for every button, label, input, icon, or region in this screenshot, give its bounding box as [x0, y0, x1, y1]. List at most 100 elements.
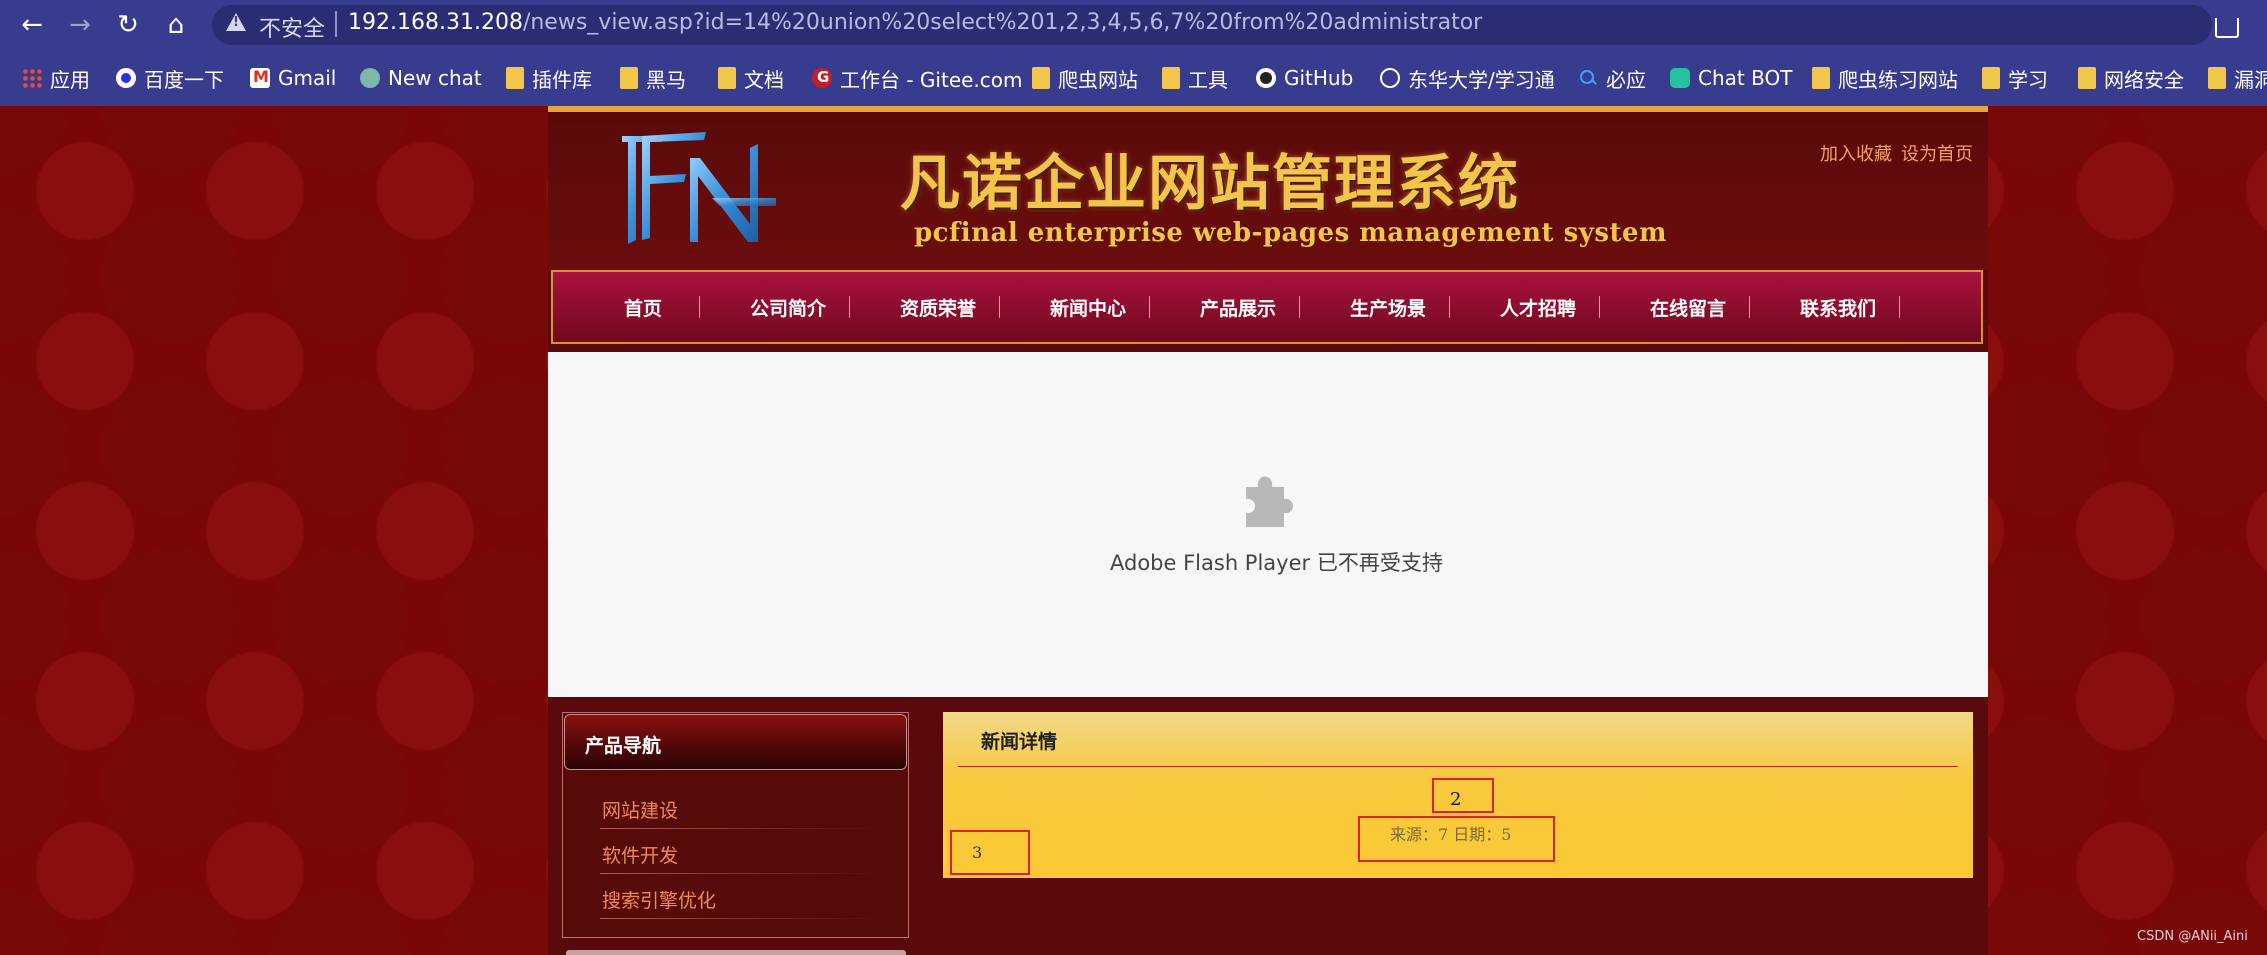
url-host[interactable]: 192.168.31.208	[348, 10, 523, 35]
bookmark-label: 必应	[1606, 67, 1646, 92]
bookmark-new-chat[interactable]: New chat	[360, 64, 482, 92]
insecure-label[interactable]: 不安全	[259, 11, 325, 43]
sidebar-divider	[600, 828, 880, 829]
nav-about[interactable]: 公司简介	[733, 272, 843, 342]
bookmark-vulnerability[interactable]: 漏洞	[2208, 64, 2267, 92]
bookmark-label: 工具	[1188, 67, 1228, 92]
bookmark-label: 插件库	[532, 67, 592, 92]
url-text[interactable]: 192.168.31.208/news_view.asp?id=14%20uni…	[348, 10, 1482, 35]
folder-icon	[1162, 67, 1180, 89]
bookmark-label: Gmail	[278, 66, 337, 90]
add-favorite-link[interactable]: 加入收藏	[1820, 140, 1892, 166]
news-content-value: 3	[972, 843, 983, 862]
nav-jobs[interactable]: 人才招聘	[1483, 272, 1593, 342]
nav-divider	[849, 296, 850, 318]
nav-news[interactable]: 新闻中心	[1033, 272, 1143, 342]
news-heading-rule	[958, 766, 1958, 767]
nav-products[interactable]: 产品展示	[1183, 272, 1293, 342]
forward-icon[interactable]: →	[62, 8, 98, 42]
sidebar-divider	[600, 918, 880, 919]
back-icon[interactable]: ←	[14, 8, 50, 42]
plugin-icon	[1246, 476, 1293, 527]
address-separator	[335, 11, 337, 37]
gmail-icon	[250, 67, 270, 88]
bookmark-github[interactable]: GitHub	[1256, 64, 1353, 92]
bookmark-label: 网络安全	[2104, 67, 2184, 92]
bookmark-label: 百度一下	[144, 67, 224, 92]
warning-icon[interactable]	[226, 13, 246, 31]
bookmark-crawler-practice[interactable]: 爬虫练习网站	[1812, 64, 1958, 92]
bookmark-label: 学习	[2008, 67, 2048, 92]
news-meta: 来源：7 日期：5	[1390, 825, 1512, 844]
sidebar-title: 产品导航	[585, 735, 662, 757]
folder-icon	[620, 67, 638, 89]
folder-icon	[1982, 67, 2000, 89]
bookmark-study[interactable]: 学习	[1982, 64, 2048, 92]
bookmark-label: 黑马	[646, 67, 686, 92]
folder-icon	[1812, 67, 1830, 89]
site-title-cn: 凡诺企业网站管理系统	[900, 149, 1520, 219]
sidebar-item-software[interactable]: 软件开发	[602, 841, 678, 868]
github-icon	[1256, 68, 1276, 88]
nav-divider	[1749, 296, 1750, 318]
sidebar-item-seo[interactable]: 搜索引擎优化	[602, 886, 716, 913]
folder-icon	[2078, 67, 2096, 89]
bookmark-label: GitHub	[1284, 66, 1354, 90]
bookmark-label: 东华大学/学习通	[1408, 67, 1555, 92]
bookmark-baidu[interactable]: 百度一下	[116, 64, 224, 92]
bookmark-label: New chat	[388, 66, 482, 90]
bookmark-label: 工作台 - Gitee.com	[840, 67, 1023, 92]
sidebar-divider	[600, 873, 880, 874]
nav-contact[interactable]: 联系我们	[1783, 272, 1893, 342]
nav-divider	[1599, 296, 1600, 318]
chatbot-icon	[1670, 68, 1690, 88]
bookmark-docs[interactable]: 文档	[718, 64, 784, 92]
bookmark-label: 文档	[744, 67, 784, 92]
nav-honors[interactable]: 资质荣誉	[883, 272, 993, 342]
sidebar-item-website[interactable]: 网站建设	[602, 796, 678, 823]
folder-icon	[506, 67, 524, 89]
chatgpt-icon	[360, 68, 380, 88]
bookmark-label: 漏洞	[2234, 67, 2267, 92]
nav-message[interactable]: 在线留言	[1633, 272, 1743, 342]
nav-divider	[1149, 296, 1150, 318]
bookmark-crawler-sites[interactable]: 爬虫网站	[1032, 64, 1138, 92]
bookmark-label: Chat BOT	[1698, 66, 1793, 90]
news-title-value: 2	[1450, 789, 1462, 810]
nav-divider	[1449, 296, 1450, 318]
nav-divider	[699, 296, 700, 318]
nav-home[interactable]: 首页	[598, 272, 688, 342]
site-title-en: pcfinal enterprise web-pages management …	[914, 218, 1668, 248]
bookmark-label: 应用	[50, 67, 90, 92]
share-icon[interactable]	[2212, 10, 2242, 40]
bookmark-bing[interactable]: 必应	[1578, 64, 1646, 92]
bookmark-label: 爬虫网站	[1058, 67, 1138, 92]
folder-icon	[718, 67, 736, 89]
url-path[interactable]: /news_view.asp?id=14%20union%20select%20…	[523, 10, 1482, 35]
bookmark-gitee[interactable]: 工作台 - Gitee.com	[812, 64, 1023, 92]
nav-divider	[1299, 296, 1300, 318]
set-homepage-link[interactable]: 设为首页	[1901, 140, 1973, 166]
bookmark-apps[interactable]: 应用	[22, 64, 90, 92]
folder-icon	[2208, 67, 2226, 89]
highlight-box-title	[1432, 778, 1494, 813]
highlight-box-content	[950, 830, 1030, 875]
site-logo[interactable]	[616, 128, 782, 250]
bookmark-plugins[interactable]: 插件库	[506, 64, 592, 92]
csdn-watermark: CSDN @ANii_Aini	[2137, 929, 2248, 944]
apps-icon	[22, 68, 42, 88]
baidu-icon	[116, 68, 136, 88]
bookmark-network-security[interactable]: 网络安全	[2078, 64, 2184, 92]
bookmark-heima[interactable]: 黑马	[620, 64, 686, 92]
bookmark-gmail[interactable]: Gmail	[250, 64, 336, 92]
bookmark-tools[interactable]: 工具	[1162, 64, 1228, 92]
nav-divider	[999, 296, 1000, 318]
search-icon	[1578, 68, 1598, 88]
home-icon[interactable]: ⌂	[158, 8, 194, 42]
bookmark-chat-bot[interactable]: Chat BOT	[1670, 64, 1792, 92]
bookmark-donghua[interactable]: 东华大学/学习通	[1380, 64, 1555, 92]
reload-icon[interactable]: ↻	[110, 8, 146, 42]
news-heading: 新闻详情	[981, 731, 1058, 753]
nav-production[interactable]: 生产场景	[1333, 272, 1443, 342]
gitee-icon	[812, 68, 832, 88]
